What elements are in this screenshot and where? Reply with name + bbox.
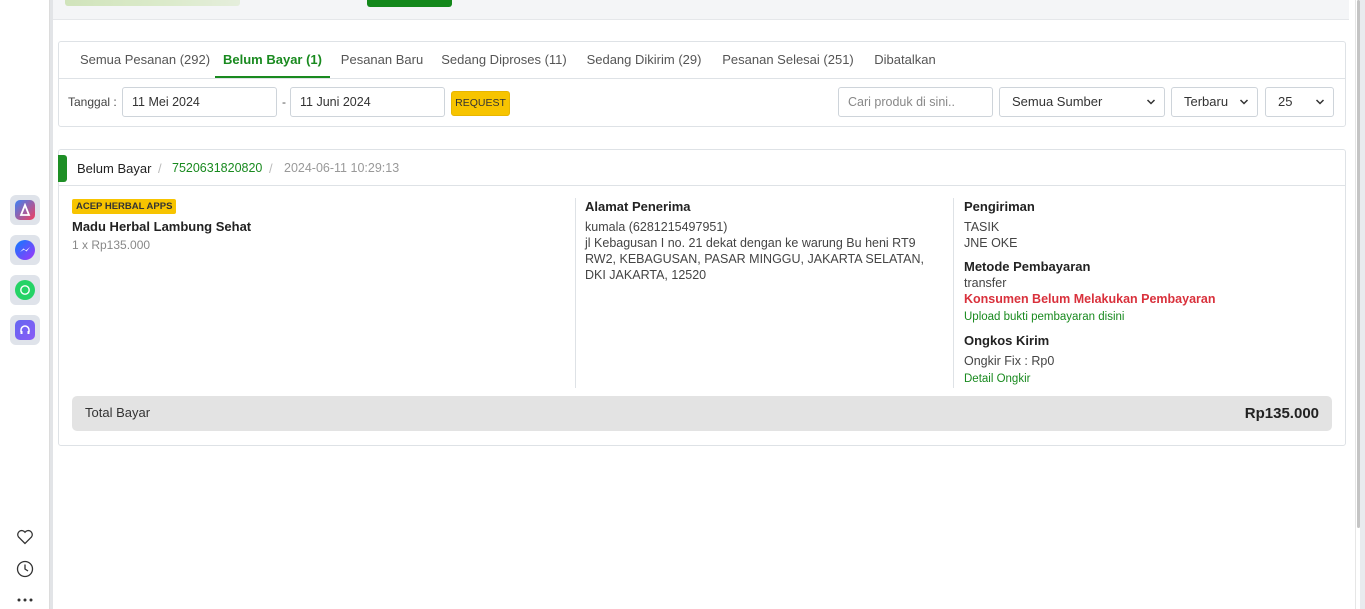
column-divider — [575, 198, 576, 388]
courier-service: JNE OKE — [964, 236, 1018, 250]
column-divider — [953, 198, 954, 388]
shipping-title: Pengiriman — [964, 199, 1035, 214]
chevron-down-icon — [1146, 88, 1156, 128]
tab-semua-pesanan[interactable]: Semua Pesanan (292) — [69, 42, 221, 78]
browser-sidebar — [0, 0, 53, 609]
order-datetime: 2024-06-11 10:29:13 — [284, 161, 400, 175]
product-search-input[interactable] — [838, 87, 993, 117]
breadcrumb-separator: / — [158, 161, 162, 176]
date-separator: - — [282, 95, 286, 109]
total-label: Total Bayar — [85, 405, 151, 420]
site-header — [53, 0, 1349, 20]
shipping-cost-detail-link[interactable]: Detail Ongkir — [964, 371, 1334, 387]
whatsapp-logo-icon — [15, 280, 35, 300]
scrollbar-thumb[interactable] — [1357, 0, 1360, 528]
breadcrumb-separator: / — [269, 161, 273, 176]
shipping-cost-title: Ongkos Kirim — [964, 333, 1050, 348]
product-quantity-price: 1 x Rp135.000 — [72, 238, 151, 252]
copilot-logo-icon — [15, 200, 35, 220]
upload-proof-link[interactable]: Upload bukti pembayaran disini — [964, 309, 1334, 325]
tab-dibatalkan[interactable]: Dibatalkan — [867, 42, 943, 78]
chevron-down-icon — [1315, 88, 1325, 128]
per-page-select-value: 25 — [1278, 94, 1293, 109]
copilot-app-icon[interactable] — [10, 195, 40, 225]
payment-warning: Konsumen Belum Melakukan Pembayaran — [964, 292, 1216, 306]
address-title: Alamat Penerima — [585, 199, 691, 214]
page-main: Semua Pesanan (292) Belum Bayar (1) Pesa… — [53, 0, 1360, 609]
headset-icon — [15, 320, 35, 340]
per-page-select[interactable]: 25 — [1265, 87, 1334, 117]
product-column: ACEP HERBAL APPS Madu Herbal Lambung Seh… — [72, 198, 572, 252]
favorites-heart-icon[interactable] — [14, 526, 36, 548]
shipping-payment-column: Pengiriman TASIK JNE OKE Metode Pembayar… — [964, 199, 1334, 387]
product-name: Madu Herbal Lambung Sehat — [72, 219, 252, 234]
shipping-cost-fix: Ongkir Fix : Rp0 — [964, 354, 1055, 368]
total-value: Rp135.000 — [1244, 405, 1319, 422]
recipient-address: jl Kebagusan I no. 21 dekat dengan ke wa… — [585, 236, 924, 282]
recipient-name-phone: kumala (6281215497951) — [585, 220, 728, 234]
payment-method: transfer — [964, 276, 1007, 290]
status-indicator-bar — [58, 155, 67, 182]
messenger-app-icon[interactable] — [10, 235, 40, 265]
whatsapp-app-icon[interactable] — [10, 275, 40, 305]
date-to-input[interactable]: 11 Juni 2024 — [290, 87, 445, 117]
order-header: Belum Bayar / 7520631820820 / 2024-06-11… — [58, 150, 1345, 186]
sort-select-value: Terbaru — [1184, 94, 1229, 109]
order-card: Belum Bayar / 7520631820820 / 2024-06-11… — [58, 149, 1346, 446]
request-button[interactable]: REQUEST — [451, 91, 510, 116]
source-select[interactable]: Semua Sumber — [999, 87, 1165, 117]
shipping-origin: TASIK — [964, 220, 1000, 234]
more-options-icon[interactable] — [14, 592, 36, 608]
payment-method-title: Metode Pembayaran — [964, 259, 1091, 274]
date-from-input[interactable]: 11 Mei 2024 — [122, 87, 277, 117]
order-filter-card: Semua Pesanan (292) Belum Bayar (1) Pesa… — [58, 41, 1346, 127]
source-badge: ACEP HERBAL APPS — [72, 199, 177, 214]
order-id-link[interactable]: 7520631820820 — [172, 161, 262, 175]
order-status: Belum Bayar — [77, 161, 152, 176]
header-action-button[interactable] — [367, 0, 452, 7]
site-logo[interactable] — [65, 0, 240, 6]
address-column: Alamat Penerima kumala (6281215497951) j… — [585, 199, 945, 283]
page-scrollbar[interactable] — [1355, 0, 1360, 609]
date-label: Tanggal : — [68, 95, 117, 109]
order-status-tabs: Semua Pesanan (292) Belum Bayar (1) Pesa… — [59, 42, 1345, 79]
tab-sedang-diproses[interactable]: Sedang Diproses (11) — [439, 42, 569, 78]
filter-row: Tanggal : 11 Mei 2024 - 11 Juni 2024 REQ… — [59, 87, 1345, 117]
chevron-down-icon — [1239, 88, 1249, 128]
tab-pesanan-selesai[interactable]: Pesanan Selesai (251) — [719, 42, 857, 78]
support-app-icon[interactable] — [10, 315, 40, 345]
messenger-logo-icon — [15, 240, 35, 260]
sort-select[interactable]: Terbaru — [1171, 87, 1258, 117]
tab-pesanan-baru[interactable]: Pesanan Baru — [336, 42, 428, 78]
history-clock-icon[interactable] — [14, 558, 36, 580]
tab-belum-bayar[interactable]: Belum Bayar (1) — [215, 42, 330, 78]
source-select-value: Semua Sumber — [1012, 94, 1103, 109]
tab-sedang-dikirim[interactable]: Sedang Dikirim (29) — [582, 42, 706, 78]
order-total-bar: Total Bayar Rp135.000 — [72, 396, 1332, 431]
